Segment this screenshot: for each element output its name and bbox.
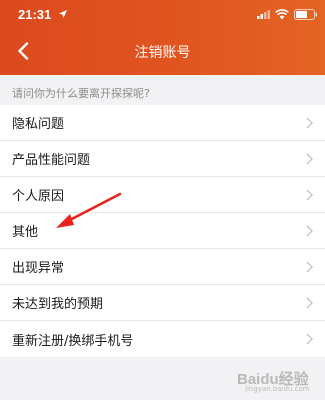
reason-label: 出现异常 bbox=[12, 261, 65, 276]
chevron-right-icon bbox=[306, 261, 313, 273]
chevron-right-icon bbox=[306, 333, 313, 345]
battery-icon bbox=[294, 9, 318, 20]
reason-item-expectation[interactable]: 未达到我的预期 bbox=[0, 285, 325, 321]
reason-item-abnormal[interactable]: 出现异常 bbox=[0, 249, 325, 285]
reason-item-privacy[interactable]: 隐私问题 bbox=[0, 105, 325, 141]
chevron-right-icon bbox=[306, 117, 313, 129]
reason-item-other[interactable]: 其他 bbox=[0, 213, 325, 249]
watermark-subtext: jingyan.baidu.com bbox=[245, 385, 310, 393]
chevron-right-icon bbox=[306, 225, 313, 237]
watermark-text: Baidu经验 bbox=[237, 371, 309, 388]
reason-item-reregister[interactable]: 重新注册/换绑手机号 bbox=[0, 321, 325, 357]
wifi-icon bbox=[275, 9, 289, 20]
reason-label: 个人原因 bbox=[12, 189, 65, 204]
reason-list: 隐私问题 产品性能问题 个人原因 其他 出现异常 未达到我的预期 重新注册/换绑… bbox=[0, 105, 325, 357]
chevron-right-icon bbox=[306, 153, 313, 165]
section-hint: 请问你为什么要离开探探呢? bbox=[12, 87, 150, 100]
status-bar: 21:31 bbox=[0, 0, 325, 30]
chevron-right-icon bbox=[306, 189, 313, 201]
reason-label: 重新注册/换绑手机号 bbox=[12, 333, 134, 349]
reason-item-performance[interactable]: 产品性能问题 bbox=[0, 141, 325, 177]
status-time: 21:31 bbox=[18, 7, 52, 22]
reason-label: 隐私问题 bbox=[12, 117, 65, 132]
location-arrow-icon bbox=[59, 10, 67, 18]
nav-header: 21:31 注销账号 bbox=[0, 0, 325, 75]
baidu-watermark: Baidu经验 jingyan.baidu.com bbox=[237, 366, 323, 396]
chevron-right-icon bbox=[306, 297, 313, 309]
page-title: 注销账号 bbox=[134, 45, 191, 61]
reason-label: 产品性能问题 bbox=[12, 153, 91, 168]
signal-icon bbox=[257, 10, 270, 19]
reason-label: 其他 bbox=[12, 225, 39, 240]
reason-item-personal[interactable]: 个人原因 bbox=[0, 177, 325, 213]
reason-label: 未达到我的预期 bbox=[12, 297, 104, 312]
